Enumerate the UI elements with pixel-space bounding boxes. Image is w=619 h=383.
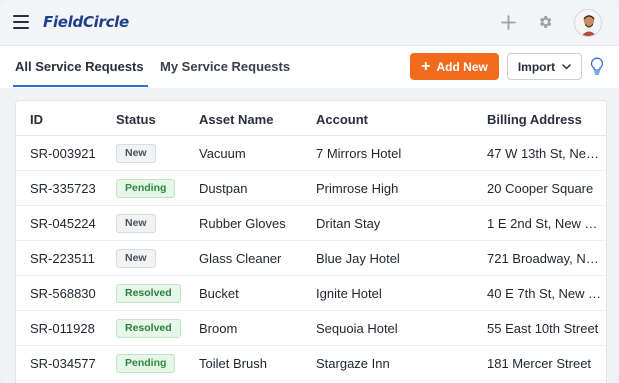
status-cell: Pending: [116, 179, 176, 198]
plus-icon[interactable]: [501, 15, 516, 30]
account-name: Dritan Stay: [316, 216, 381, 231]
status-badge: New: [116, 249, 156, 268]
status-cell: Resolved: [116, 284, 181, 303]
plus-icon: +: [421, 57, 431, 75]
status-cell: Pending: [116, 354, 176, 373]
billing-address: 55 East 10th Street: [487, 321, 599, 336]
status-badge: New: [116, 144, 156, 163]
column-header-account[interactable]: Account: [316, 112, 368, 127]
add-new-button[interactable]: + Add New: [410, 53, 499, 80]
billing-address: 721 Broadway, New York: [487, 251, 601, 266]
account-name: Ignite Hotel: [316, 286, 382, 301]
account-name: Sequoia Hotel: [316, 321, 398, 336]
table-row[interactable]: SR-003921 New Vacuum 7 Mirrors Hotel 47 …: [16, 136, 606, 171]
chevron-down-icon: [562, 63, 571, 70]
status-cell: New: [116, 249, 156, 268]
billing-address: 181 Mercer Street: [487, 356, 592, 371]
request-id: SR-568830: [30, 286, 96, 301]
asset-name: Rubber Gloves: [199, 216, 286, 231]
add-new-label: Add New: [436, 59, 488, 74]
asset-name: Vacuum: [199, 146, 246, 161]
request-id: SR-335723: [30, 181, 96, 196]
user-avatar[interactable]: [574, 9, 602, 37]
tabs-row: All Service Requests My Service Requests…: [0, 46, 619, 88]
status-badge: Resolved: [116, 319, 181, 338]
gear-icon[interactable]: [537, 14, 553, 30]
request-id: SR-223511: [30, 251, 95, 266]
table-area: ID Status Asset Name Account Billing Add…: [0, 88, 619, 383]
service-requests-table: ID Status Asset Name Account Billing Add…: [15, 100, 607, 383]
top-bar: FieldCircle: [0, 0, 619, 46]
request-id: SR-011928: [30, 321, 95, 336]
account-name: Stargaze Inn: [316, 356, 390, 371]
table-row[interactable]: SR-011928 Resolved Broom Sequoia Hotel 5…: [16, 311, 606, 346]
tab-all-service-requests[interactable]: All Service Requests: [15, 59, 144, 74]
asset-name: Glass Cleaner: [199, 251, 282, 266]
billing-address: 20 Cooper Square: [487, 181, 594, 196]
column-header-id[interactable]: ID: [30, 112, 43, 127]
import-label: Import: [517, 59, 556, 74]
table-row[interactable]: SR-568830 Resolved Bucket Ignite Hotel 4…: [16, 276, 606, 311]
asset-name: Dustpan: [199, 181, 248, 196]
status-cell: New: [116, 144, 156, 163]
import-button[interactable]: Import: [507, 53, 582, 80]
status-badge: Pending: [116, 354, 176, 373]
brand-logo[interactable]: FieldCircle: [43, 13, 129, 31]
billing-address: 40 E 7th St, New York: [487, 286, 601, 301]
billing-address: 47 W 13th St, New York: [487, 146, 601, 161]
column-header-billing-address[interactable]: Billing Address: [487, 112, 582, 127]
lightbulb-icon[interactable]: [590, 57, 604, 76]
asset-name: Bucket: [199, 286, 239, 301]
tab-my-service-requests[interactable]: My Service Requests: [160, 59, 290, 74]
active-tab-indicator: [13, 85, 148, 87]
account-name: Blue Jay Hotel: [316, 251, 400, 266]
account-name: 7 Mirrors Hotel: [316, 146, 402, 161]
billing-address: 1 E 2nd St, New York: [487, 216, 601, 231]
hamburger-menu-icon[interactable]: [13, 15, 29, 29]
status-badge: Pending: [116, 179, 176, 198]
app-window: FieldCircle All Service Requests My Serv…: [0, 0, 619, 383]
request-id: SR-045224: [30, 216, 96, 231]
account-name: Primrose High: [316, 181, 399, 196]
asset-name: Broom: [199, 321, 238, 336]
column-header-status[interactable]: Status: [116, 112, 156, 127]
status-badge: New: [116, 214, 156, 233]
table-row[interactable]: SR-223511 New Glass Cleaner Blue Jay Hot…: [16, 241, 606, 276]
column-header-asset-name[interactable]: Asset Name: [199, 112, 273, 127]
table-row[interactable]: SR-034577 Pending Toilet Brush Stargaze …: [16, 346, 606, 381]
status-cell: New: [116, 214, 156, 233]
table-header: ID Status Asset Name Account Billing Add…: [16, 101, 606, 136]
table-row[interactable]: SR-045224 New Rubber Gloves Dritan Stay …: [16, 206, 606, 241]
asset-name: Toilet Brush: [199, 356, 267, 371]
status-badge: Resolved: [116, 284, 181, 303]
table-row[interactable]: SR-335723 Pending Dustpan Primrose High …: [16, 171, 606, 206]
request-id: SR-003921: [30, 146, 96, 161]
status-cell: Resolved: [116, 319, 181, 338]
request-id: SR-034577: [30, 356, 96, 371]
